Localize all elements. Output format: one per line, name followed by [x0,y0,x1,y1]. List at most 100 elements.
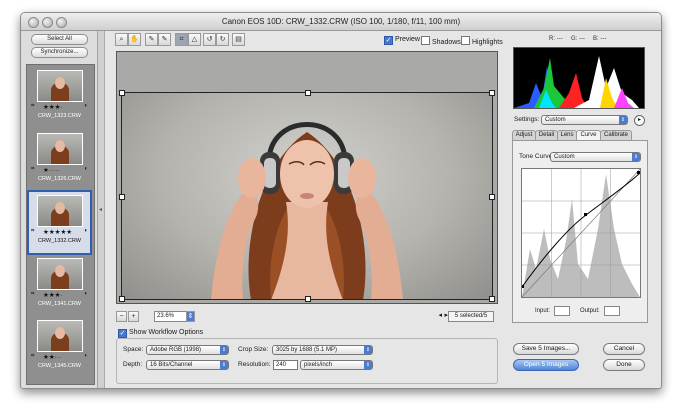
resolution-input[interactable]: 240 [273,360,298,370]
settings-label: Settings: [514,116,540,123]
output-field[interactable] [604,306,620,316]
thumbnail-strip[interactable]: ⌗ ★★★· ◐ CRW_1323.CRW ⌗ ★····· ◐ CRW_1326.CR… [26,64,95,385]
thumbnail-image [37,195,83,227]
crop-handle[interactable] [119,296,125,302]
save-images-button[interactable]: Save 5 Images... [513,343,579,355]
crop-handle[interactable] [489,194,495,200]
thumbnail-image [37,70,83,102]
rotate-ccw-icon[interactable]: ↺ [203,33,216,46]
thumbnail-item-selected[interactable]: ⌗ ★★★★★ ◐ CRW_1332.CRW [27,190,92,255]
checkmark-icon[interactable]: ✓ [384,36,393,45]
crop-handle[interactable] [119,90,125,96]
tone-curve-editor[interactable] [521,168,641,298]
thumbnail-image [37,258,83,290]
camera-raw-window: Canon EOS 10D: CRW_1332.CRW (ISO 100, 1/… [20,12,662,389]
window-title: Canon EOS 10D: CRW_1332.CRW (ISO 100, 1/… [221,17,461,26]
shadows-checkbox[interactable]: Shadows [421,36,461,46]
synchronize-button[interactable]: Synchronize... [31,47,88,58]
thumbnail-filename: CRW_1345.CRW [38,363,81,369]
curve-point[interactable] [584,213,587,216]
chevron-updown-icon: ⇕ [632,153,640,161]
filmstrip-splitter[interactable]: ◂ [98,31,105,388]
rating-stars[interactable]: ★★★★★ [43,228,72,236]
input-field[interactable] [554,306,570,316]
highlights-checkbox[interactable]: Highlights [461,36,503,46]
preview-checkbox[interactable]: ✓ Preview [384,36,420,45]
depth-select[interactable]: 16 Bits/Channel ⇕ [146,360,229,370]
rating-stars[interactable]: ★★★· [43,291,63,299]
curve-point[interactable] [521,285,524,288]
close-window-icon[interactable] [28,17,39,28]
space-label: Space: [123,346,144,353]
filmstrip-panel: Select All Synchronize... ⌗ ★★★· ◐ CRW_132… [21,31,98,388]
rating-stars[interactable]: ★★★· [43,103,63,111]
crop-handle[interactable] [119,194,125,200]
crop-tool-icon[interactable]: ⌗ [175,33,188,46]
crop-badge-icon: ⌗ [31,228,35,234]
rotate-cw-icon[interactable]: ↻ [216,33,229,46]
thumbnail-item[interactable]: ⌗ ★★★· ◐ CRW_1341.CRW [29,255,90,316]
crop-handle[interactable] [305,90,311,96]
chevron-updown-icon: ⇕ [619,116,627,124]
thumbnail-item[interactable]: ⌗ ★····· ◐ CRW_1326.CRW [29,130,90,191]
color-sampler-tool-icon[interactable]: ✎ [158,33,171,46]
space-select[interactable]: Adobe RGB (1998) ⇕ [146,345,229,355]
collapse-arrow-icon[interactable]: ◂ [99,206,102,213]
zoom-out-icon[interactable]: − [116,311,127,322]
thumbnail-item[interactable]: ⌗ ★★★· ◐ CRW_1323.CRW [29,67,90,128]
crop-handle[interactable] [489,90,495,96]
adjusted-badge-icon: ◐ [84,353,88,359]
thumbnail-item[interactable]: ⌗ ★★··· ◐ CRW_1345.CRW [29,317,90,378]
chevron-updown-icon: ⇕ [220,361,228,369]
settings-menu-icon[interactable]: ▸ [634,115,645,126]
zoom-level-field[interactable]: 23.6% [154,311,188,322]
tone-curve-graph[interactable] [521,168,641,298]
thumbnail-filename: CRW_1332.CRW [38,238,81,244]
resolution-unit-select[interactable]: pixels/inch ⇕ [300,360,373,370]
curve-point[interactable] [637,171,640,174]
preview-status-bar: − + 23.6% ⇕ ◂ ▸ 5 selected/5 [116,311,496,322]
input-label: Input: [535,308,551,314]
tone-curve-select[interactable]: Custom ⇕ [550,152,641,162]
rating-stars[interactable]: ★★··· [43,353,61,361]
select-all-button[interactable]: Select All [31,34,88,45]
thumbnail-filename: CRW_1341.CRW [38,301,81,307]
zoom-window-icon[interactable] [56,17,67,28]
settings-select[interactable]: Custom ⇕ [541,115,628,125]
white-balance-tool-icon[interactable]: ✎ [145,33,158,46]
crop-size-select[interactable]: 3025 by 1688 (5.1 MP) ⇕ [272,345,373,355]
crop-handle[interactable] [489,296,495,302]
crop-badge-icon: ⌗ [31,166,35,172]
crop-badge-icon: ⌗ [31,103,35,109]
settings-row: Settings: [514,116,539,123]
chevron-updown-icon: ⇕ [364,361,372,369]
done-button[interactable]: Done [603,359,645,371]
image-preview-area[interactable] [116,51,498,304]
straighten-tool-icon[interactable]: △ [188,33,201,46]
trash-icon[interactable]: ▤ [232,33,245,46]
minimize-window-icon[interactable] [42,17,53,28]
cancel-button[interactable]: Cancel [603,343,645,355]
crop-handle[interactable] [305,296,311,302]
selection-count: 5 selected/5 [448,311,494,322]
crop-frame[interactable] [119,90,495,302]
hand-tool-icon[interactable]: ✋ [128,33,141,46]
adjusted-badge-icon: ◐ [84,103,88,109]
rating-stars[interactable]: ★····· [43,166,60,174]
zoom-dropdown-icon[interactable]: ⇕ [186,311,195,322]
zoom-in-icon[interactable]: + [128,311,139,322]
show-workflow-checkbox[interactable]: ✓ Show Workflow Options [118,329,203,338]
thumbnail-image [37,133,83,165]
zoom-tool-icon[interactable]: ⌕ [115,33,128,46]
thumbnail-image [37,320,83,352]
r-readout: R: --- [549,36,563,42]
workflow-options: ✓ Show Workflow Options Space: Adobe RGB … [116,329,498,384]
crop-badge-icon: ⌗ [31,291,35,297]
thumbnail-filename: CRW_1323.CRW [38,113,81,119]
crop-size-label: Crop Size: [238,346,269,353]
checkmark-icon[interactable]: ✓ [118,329,127,338]
resolution-label: Resolution: [238,361,271,368]
open-images-button[interactable]: Open 5 Images [513,359,579,371]
prev-image-icon[interactable]: ◂ [438,311,442,319]
output-label: Output: [580,308,600,314]
